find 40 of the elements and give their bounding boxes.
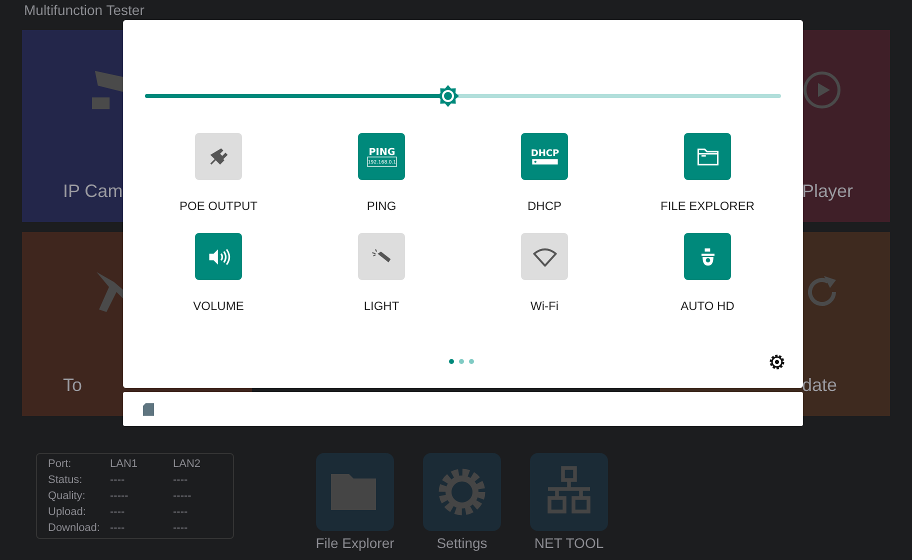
settings-icon[interactable]	[767, 352, 787, 372]
app-label: Settings	[436, 535, 488, 551]
status-value: ----	[110, 505, 126, 520]
toggle-label: LIGHT	[364, 298, 400, 314]
toggle-button[interactable]	[684, 133, 731, 180]
app-label: date	[802, 375, 838, 396]
toggle-label: POE OUTPUT	[179, 198, 258, 214]
toggle-button[interactable]: DHCP	[521, 133, 568, 180]
status-value: ----	[173, 521, 189, 536]
status-value: -----	[110, 489, 130, 504]
status-value: ----	[173, 505, 189, 520]
app-label: To	[63, 375, 82, 396]
status-label: Download:	[48, 521, 101, 536]
toggle-label: DHCP	[527, 198, 562, 214]
toggle-label: VOLUME	[193, 298, 244, 314]
toggle-label: FILE EXPLORER	[660, 198, 755, 214]
status-value: ----	[110, 473, 126, 488]
status-label: Upload:	[48, 505, 87, 520]
status-value: -----	[173, 489, 192, 504]
status-value: LAN1	[110, 457, 139, 472]
toggle-button[interactable]	[684, 233, 731, 280]
toggle-button[interactable]	[195, 133, 242, 180]
status-label: Quality:	[48, 489, 86, 504]
app-label: NET TOOL	[534, 535, 604, 551]
app-label: IP Cam	[63, 181, 123, 202]
toggle-button[interactable]	[358, 233, 405, 280]
app-label: File Explorer	[316, 535, 394, 551]
toggle-button[interactable]	[521, 233, 568, 280]
app-title: Multifunction Tester	[23, 1, 146, 20]
status-value: LAN2	[173, 457, 202, 472]
app-label: Player	[802, 181, 854, 202]
toggle-label: AUTO HD	[680, 298, 734, 314]
status-value: ----	[173, 473, 189, 488]
toggle-label: Wi-Fi	[530, 298, 558, 314]
status-label: Port:	[48, 457, 72, 472]
toggle-button[interactable]	[195, 233, 242, 280]
status-label: Status:	[48, 473, 84, 488]
status-value: ----	[110, 521, 126, 536]
sd-card-icon	[143, 402, 154, 416]
toggle-label: PING	[366, 198, 396, 214]
